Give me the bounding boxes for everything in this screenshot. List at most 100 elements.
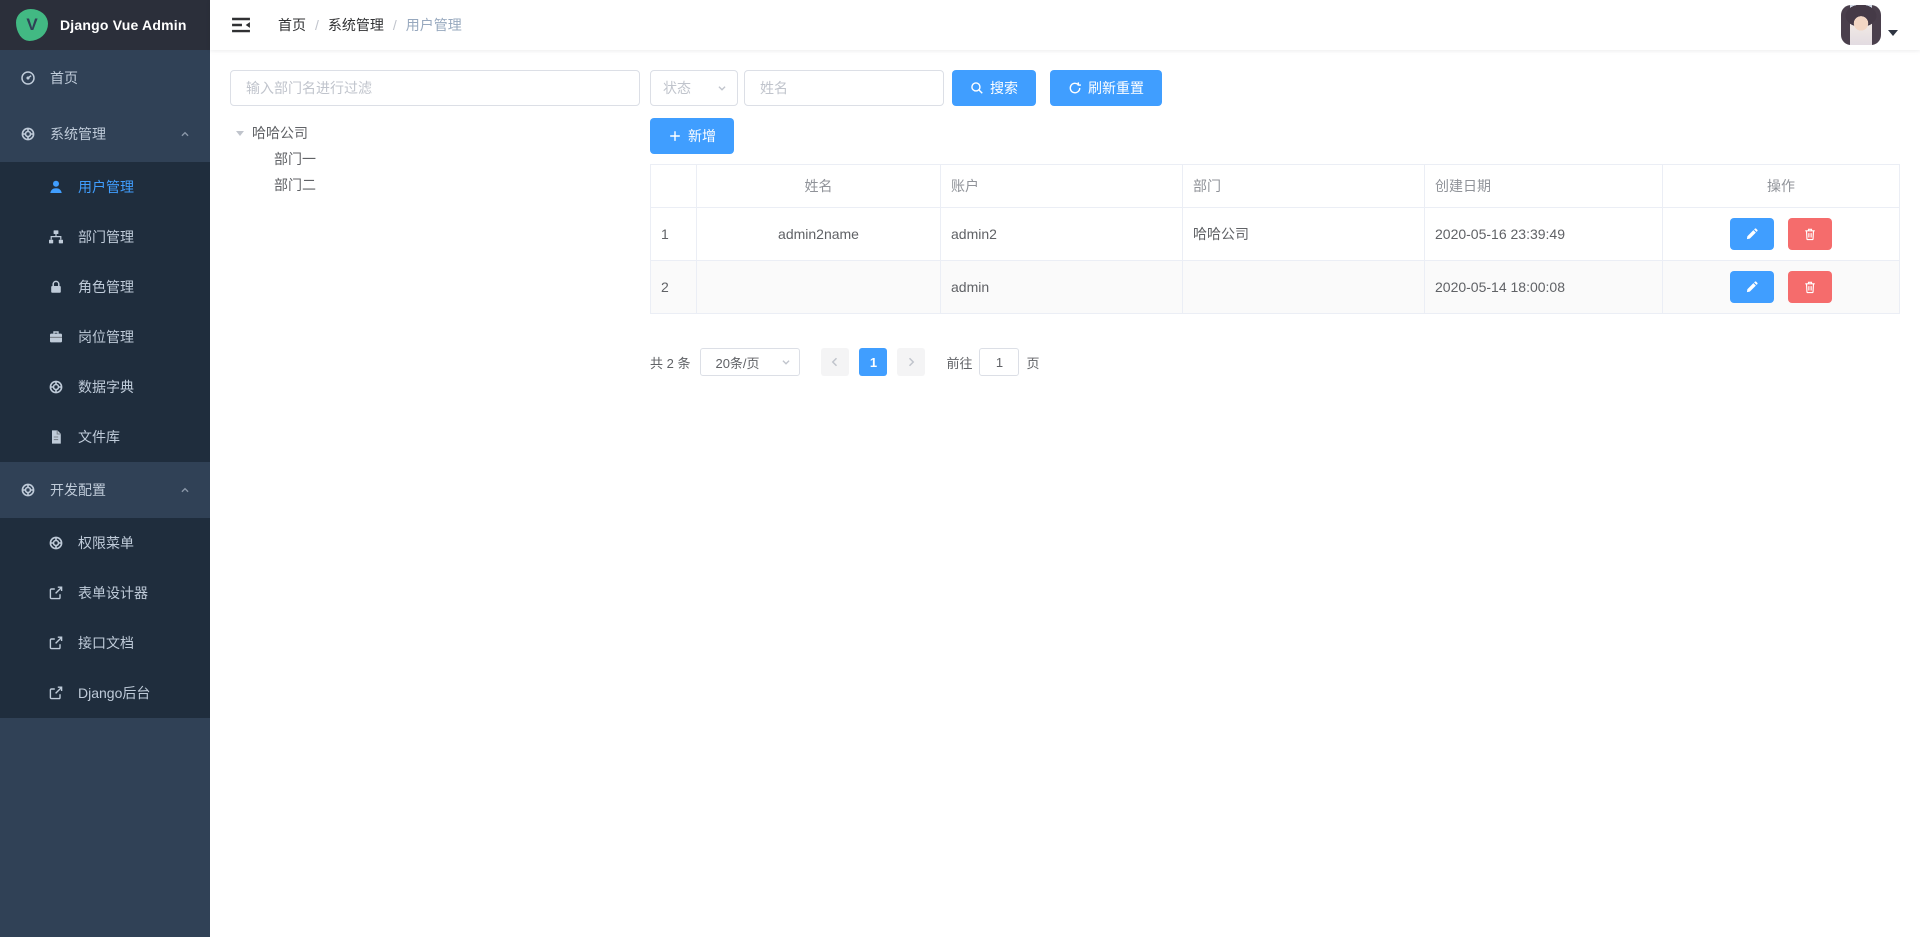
app-root: V Django Vue Admin 首页 系统管理 — [0, 0, 1920, 937]
search-icon — [970, 81, 984, 95]
breadcrumb-system[interactable]: 系统管理 — [328, 15, 384, 35]
search-button[interactable]: 搜索 — [952, 70, 1036, 106]
page-size-select[interactable]: 20条/页 — [700, 348, 800, 376]
sidebar-item-label: 用户管理 — [78, 177, 134, 197]
edit-button[interactable] — [1730, 271, 1774, 303]
top-header: 首页 / 系统管理 / 用户管理 — [210, 0, 1920, 50]
dict-icon — [48, 379, 64, 395]
goto-label: 前往 — [946, 353, 972, 372]
prev-page-button[interactable] — [821, 348, 849, 376]
sidebar-section-devconfig[interactable]: 开发配置 — [0, 462, 210, 518]
external-link-icon — [48, 585, 64, 601]
trash-icon — [1803, 227, 1817, 241]
cell-dept: 哈哈公司 — [1183, 208, 1425, 261]
column-header-created: 创建日期 — [1425, 165, 1663, 208]
refresh-reset-button[interactable]: 刷新重置 — [1050, 70, 1162, 106]
tree-node-label: 哈哈公司 — [252, 123, 308, 143]
chevron-up-icon — [178, 483, 192, 497]
sidebar-item-departments[interactable]: 部门管理 — [0, 212, 210, 262]
cell-account: admin — [941, 261, 1183, 314]
pagination: 共 2 条 20条/页 1 前往 — [650, 348, 1900, 376]
table-row: 2 admin 2020-05-14 18:00:08 — [651, 261, 1900, 314]
cell-created: 2020-05-16 23:39:49 — [1425, 208, 1663, 261]
main-area: 首页 / 系统管理 / 用户管理 哈哈公司 — [210, 0, 1920, 937]
sidebar-item-dictionary[interactable]: 数据字典 — [0, 362, 210, 412]
breadcrumb-separator: / — [393, 17, 397, 33]
add-button-label: 新增 — [688, 126, 716, 146]
tree-expand-icon[interactable] — [236, 131, 244, 136]
name-search-input[interactable] — [744, 70, 944, 106]
filter-toolbar: 状态 搜索 — [650, 70, 1900, 106]
page-number-1[interactable]: 1 — [859, 348, 887, 376]
breadcrumb-home[interactable]: 首页 — [278, 15, 306, 35]
sidebar-item-label: 部门管理 — [78, 227, 134, 247]
permission-icon — [48, 535, 64, 551]
sidebar-item-api-docs[interactable]: 接口文档 — [0, 618, 210, 668]
cell-index: 1 — [651, 208, 697, 261]
external-link-icon — [48, 635, 64, 651]
add-user-button[interactable]: 新增 — [650, 118, 734, 154]
app-logo[interactable]: V Django Vue Admin — [0, 0, 210, 50]
edit-button[interactable] — [1730, 218, 1774, 250]
sidebar-section-system[interactable]: 系统管理 — [0, 106, 210, 162]
tree-node-child[interactable]: 部门二 — [230, 172, 640, 198]
tree-node-child[interactable]: 部门一 — [230, 146, 640, 172]
plus-icon — [668, 129, 682, 143]
delete-button[interactable] — [1788, 271, 1832, 303]
edit-pen-icon — [1745, 280, 1759, 294]
sidebar-item-label: 权限菜单 — [78, 533, 134, 553]
search-button-label: 搜索 — [990, 78, 1018, 98]
sidebar-item-permission-menu[interactable]: 权限菜单 — [0, 518, 210, 568]
cell-account: admin2 — [941, 208, 1183, 261]
delete-button[interactable] — [1788, 218, 1832, 250]
table-row: 1 admin2name admin2 哈哈公司 2020-05-16 23:3… — [651, 208, 1900, 261]
sidebar-item-django-admin[interactable]: Django后台 — [0, 668, 210, 718]
sidebar-item-label: Django后台 — [78, 683, 150, 703]
column-header-dept: 部门 — [1183, 165, 1425, 208]
sidebar-item-home[interactable]: 首页 — [0, 50, 210, 106]
tree-icon — [48, 229, 64, 245]
sidebar-item-label: 文件库 — [78, 427, 120, 447]
department-tree: 哈哈公司 部门一 部门二 — [230, 120, 640, 198]
sidebar-item-label: 岗位管理 — [78, 327, 134, 347]
content-area: 哈哈公司 部门一 部门二 状态 — [210, 50, 1920, 937]
cell-actions — [1663, 208, 1900, 261]
file-icon — [48, 429, 64, 445]
sidebar-item-label: 数据字典 — [78, 377, 134, 397]
chevron-left-icon — [829, 356, 841, 368]
breadcrumb: 首页 / 系统管理 / 用户管理 — [278, 15, 462, 35]
sidebar-item-label: 接口文档 — [78, 633, 134, 653]
reset-button-label: 刷新重置 — [1088, 78, 1144, 98]
cell-dept — [1183, 261, 1425, 314]
user-dropdown[interactable] — [1841, 5, 1902, 45]
sidebar-item-users[interactable]: 用户管理 — [0, 162, 210, 212]
page-size-value: 20条/页 — [715, 353, 759, 372]
pagination-total: 共 2 条 — [650, 353, 690, 372]
goto-page-input[interactable] — [979, 348, 1019, 376]
cell-name — [697, 261, 941, 314]
edit-pen-icon — [1745, 227, 1759, 241]
chevron-right-icon — [905, 356, 917, 368]
sidebar-toggle-icon[interactable] — [230, 14, 252, 36]
dashboard-icon — [20, 70, 36, 86]
status-select[interactable]: 状态 — [650, 70, 738, 106]
user-icon — [48, 179, 64, 195]
next-page-button[interactable] — [897, 348, 925, 376]
sidebar-item-form-designer[interactable]: 表单设计器 — [0, 568, 210, 618]
chevron-down-icon — [779, 355, 793, 369]
chevron-down-icon — [715, 81, 729, 95]
sidebar-item-roles[interactable]: 角色管理 — [0, 262, 210, 312]
tree-node-root[interactable]: 哈哈公司 — [230, 120, 640, 146]
users-table: 姓名 账户 部门 创建日期 操作 1 admin2name admin2 哈哈公 — [650, 164, 1900, 314]
sidebar-item-files[interactable]: 文件库 — [0, 412, 210, 462]
sidebar-item-label: 表单设计器 — [78, 583, 148, 603]
department-filter-input[interactable] — [230, 70, 640, 106]
sidebar: V Django Vue Admin 首页 系统管理 — [0, 0, 210, 937]
breadcrumb-current: 用户管理 — [406, 15, 462, 35]
submenu-system: 用户管理 部门管理 — [0, 162, 210, 462]
column-header-actions: 操作 — [1663, 165, 1900, 208]
goto-unit: 页 — [1026, 353, 1039, 372]
cell-created: 2020-05-14 18:00:08 — [1425, 261, 1663, 314]
sidebar-item-posts[interactable]: 岗位管理 — [0, 312, 210, 362]
column-header-index — [651, 165, 697, 208]
